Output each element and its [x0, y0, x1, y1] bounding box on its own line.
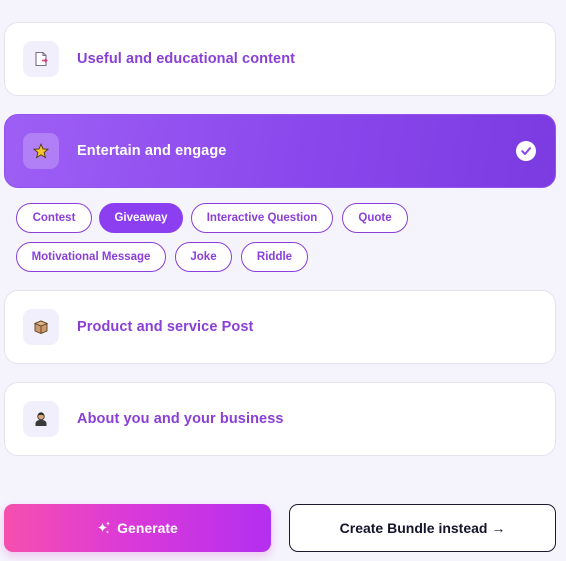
category-card-about[interactable]: About you and your business [4, 382, 556, 456]
person-icon [23, 401, 59, 437]
category-label: About you and your business [77, 411, 284, 427]
chip-quote[interactable]: Quote [342, 203, 408, 233]
star-icon [23, 133, 59, 169]
generate-label: Generate [117, 520, 178, 536]
category-card-educational[interactable]: Useful and educational content [4, 22, 556, 96]
category-card-entertain[interactable]: Entertain and engage [4, 114, 556, 188]
chip-joke[interactable]: Joke [175, 242, 232, 272]
chip-giveaway[interactable]: Giveaway [99, 203, 183, 233]
chip-contest[interactable]: Contest [16, 203, 92, 233]
sparkle-icon [97, 521, 111, 535]
category-label: Entertain and engage [77, 143, 227, 159]
create-bundle-label: Create Bundle instead → [339, 520, 506, 536]
category-card-product[interactable]: Product and service Post [4, 290, 556, 364]
document-icon [23, 41, 59, 77]
package-icon [23, 309, 59, 345]
checkmark-icon [516, 141, 536, 161]
chip-riddle[interactable]: Riddle [241, 242, 308, 272]
category-label: Product and service Post [77, 319, 254, 335]
generate-button[interactable]: Generate [4, 504, 271, 552]
create-bundle-button[interactable]: Create Bundle instead → [289, 504, 556, 552]
category-label: Useful and educational content [77, 51, 296, 67]
chip-motivational-message[interactable]: Motivational Message [16, 242, 166, 272]
chip-interactive-question[interactable]: Interactive Question [191, 203, 333, 233]
